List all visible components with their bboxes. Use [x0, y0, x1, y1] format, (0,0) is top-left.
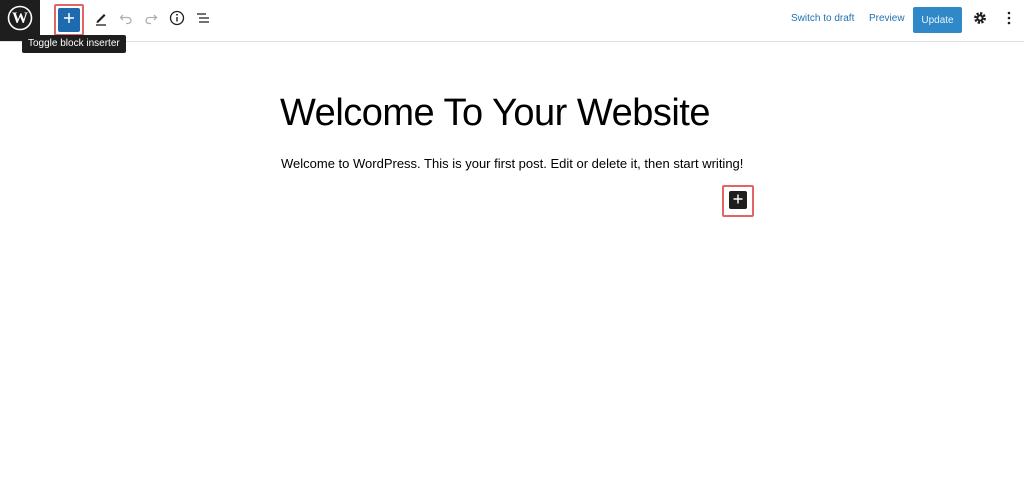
inserter-tooltip: Toggle block inserter: [22, 35, 126, 53]
plus-icon: [63, 11, 75, 29]
toggle-block-inserter-button[interactable]: [58, 8, 80, 32]
post-title[interactable]: Welcome To Your Website: [280, 92, 710, 135]
switch-to-draft-button[interactable]: Switch to draft: [791, 13, 854, 24]
options-button[interactable]: [997, 8, 1021, 32]
redo-icon: [143, 10, 159, 31]
tools-button[interactable]: [89, 8, 113, 32]
list-view-icon: [195, 10, 211, 31]
wordpress-logo-icon: W: [7, 5, 33, 36]
redo-button[interactable]: [139, 8, 163, 32]
update-button[interactable]: Update: [913, 7, 962, 33]
info-icon: [169, 10, 185, 31]
plus-icon: [733, 191, 743, 209]
add-block-button[interactable]: [729, 191, 747, 209]
settings-button[interactable]: [968, 8, 992, 32]
preview-button[interactable]: Preview: [869, 13, 905, 24]
gear-icon: [972, 10, 988, 31]
details-button[interactable]: [165, 8, 189, 32]
paragraph-block[interactable]: Welcome to WordPress. This is your first…: [281, 156, 743, 171]
pencil-icon: [93, 10, 109, 31]
vertical-ellipsis-icon: [1006, 10, 1012, 31]
editor-header: W Switch to draft Preview Update: [0, 0, 1024, 42]
undo-button[interactable]: [114, 8, 138, 32]
list-view-button[interactable]: [191, 8, 215, 32]
svg-text:W: W: [12, 10, 28, 27]
undo-icon: [118, 10, 134, 31]
